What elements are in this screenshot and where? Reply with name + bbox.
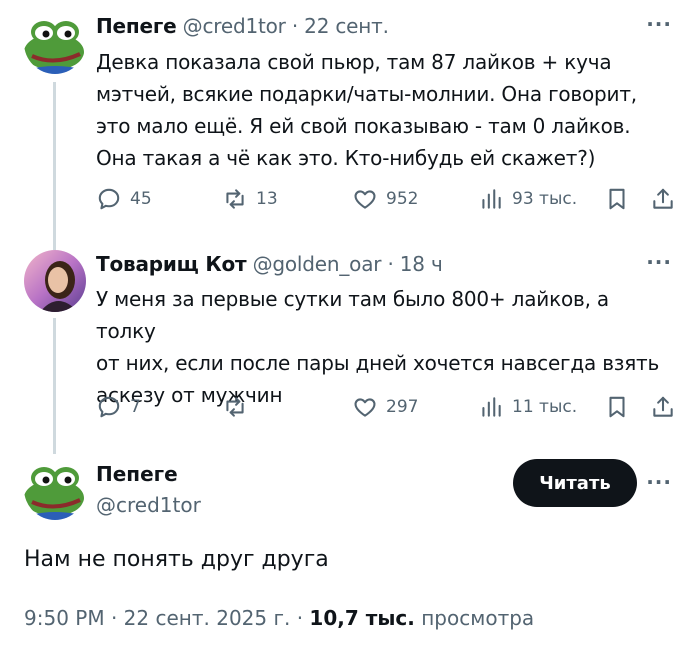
views-button[interactable]: 11 тыс. [478, 394, 577, 420]
views-count: 10,7 тыс. [309, 606, 415, 630]
tweet-metadata: 9:50 PM · 22 сент. 2025 г. · 10,7 тыс. п… [24, 606, 535, 630]
follow-button[interactable]: Читать [513, 459, 637, 507]
main-tweet-text: Нам не понять друг друга [24, 547, 329, 572]
bookmark-icon [609, 396, 625, 418]
main-author-handle[interactable]: @cred1tor [96, 493, 201, 517]
reply-count: 45 [130, 189, 152, 209]
views-icon [482, 397, 501, 417]
bookmark-icon [609, 188, 625, 210]
tweet-actions: 45 13 952 93 тыс. [96, 186, 676, 216]
share-button[interactable] [650, 394, 676, 420]
reply-icon [98, 396, 120, 418]
share-icon [653, 188, 673, 209]
thread-line [53, 82, 56, 250]
like-count: 297 [386, 397, 419, 417]
tweet-header: Товарищ Кот @golden_oar · 18 ч [96, 252, 443, 276]
more-options-button[interactable]: ··· [646, 250, 672, 274]
author-name[interactable]: Товарищ Кот [96, 252, 247, 276]
views-count: 93 тыс. [512, 189, 578, 209]
tweet-time[interactable]: 18 ч [400, 252, 443, 276]
tweet-header: Пепеге @cred1tor · 22 сент. [96, 14, 389, 38]
repost-button[interactable]: 13 [222, 186, 278, 212]
repost-count: 13 [256, 189, 278, 209]
reply-icon [98, 188, 120, 210]
repost-icon [226, 189, 244, 209]
share-button[interactable] [650, 186, 676, 212]
avatar-tovarishch-kot[interactable] [24, 250, 86, 312]
like-button[interactable]: 297 [352, 394, 418, 420]
repost-button[interactable] [222, 394, 256, 420]
repost-icon [226, 397, 244, 417]
author-handle[interactable]: @cred1tor [183, 14, 286, 38]
thread-line [53, 318, 56, 454]
like-button[interactable]: 952 [352, 186, 418, 212]
tweet-time[interactable]: 9:50 PM [24, 606, 105, 630]
separator: · [381, 252, 400, 276]
more-options-button[interactable]: ··· [646, 12, 672, 36]
views-count: 11 тыс. [512, 397, 578, 417]
author-name[interactable]: Пепеге [96, 14, 177, 38]
separator: · [285, 14, 305, 38]
views-button[interactable]: 93 тыс. [478, 186, 577, 212]
author-handle[interactable]: @golden_oar [253, 252, 382, 276]
tweet-actions: 7 297 11 тыс. [96, 394, 676, 424]
reply-button[interactable]: 45 [96, 186, 152, 212]
more-options-button[interactable]: ··· [646, 470, 672, 494]
avatar-pepe[interactable] [24, 458, 86, 520]
tweet-text: У меня за первые сутки там было 800+ лай… [96, 287, 660, 407]
tweet-date[interactable]: 22 сент. 2025 г. [124, 606, 291, 630]
bookmark-button[interactable] [604, 186, 630, 212]
views-label: просмотра [421, 606, 535, 630]
tweet-time[interactable]: 22 сент. [304, 14, 389, 38]
heart-icon [354, 398, 376, 417]
main-author-name[interactable]: Пепеге [96, 462, 178, 486]
heart-icon [354, 190, 376, 209]
tweet-text: Девка показала свой пьюр, там 87 лайков … [96, 50, 637, 170]
share-icon [653, 396, 673, 417]
avatar-pepe[interactable] [24, 12, 86, 74]
like-count: 952 [386, 189, 419, 209]
reply-count: 7 [130, 397, 141, 417]
views-icon [482, 189, 501, 209]
bookmark-button[interactable] [604, 394, 630, 420]
reply-button[interactable]: 7 [96, 394, 141, 420]
